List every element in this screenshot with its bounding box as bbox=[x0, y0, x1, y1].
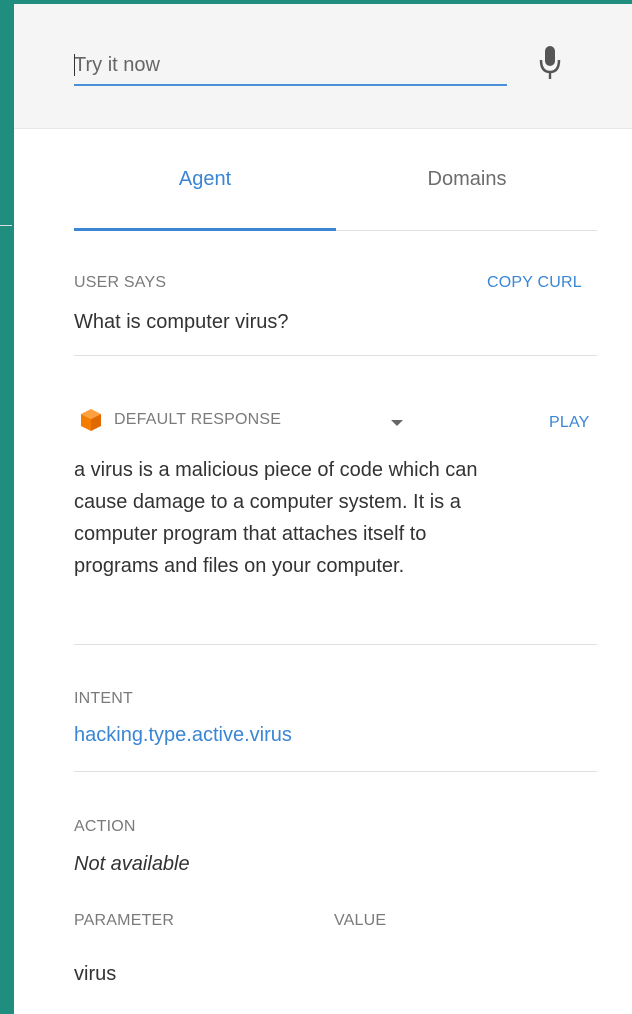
user-says-label: USER SAYS bbox=[74, 274, 167, 291]
copy-curl-button[interactable]: COPY CURL bbox=[487, 274, 582, 292]
dropdown-caret-icon[interactable] bbox=[390, 418, 404, 428]
divider bbox=[74, 355, 597, 356]
divider bbox=[74, 771, 597, 772]
user-says-text: What is computer virus? bbox=[74, 311, 289, 333]
intent-link[interactable]: hacking.type.active.virus bbox=[74, 724, 292, 747]
side-divider bbox=[0, 225, 12, 226]
microphone-icon[interactable] bbox=[536, 44, 564, 84]
response-line: a virus is a malicious piece of code whi… bbox=[74, 459, 478, 481]
test-console-panel: Agent Domains USER SAYS COPY CURL What i… bbox=[14, 0, 632, 1014]
divider bbox=[74, 644, 597, 645]
intent-label: INTENT bbox=[74, 690, 133, 707]
left-frame bbox=[0, 0, 14, 1014]
value-column-header: VALUE bbox=[334, 912, 387, 929]
tab-domains-label: Domains bbox=[427, 167, 507, 190]
try-it-bar bbox=[14, 4, 632, 129]
response-line: programs and files on your computer. bbox=[74, 555, 405, 577]
cube-icon bbox=[81, 409, 101, 431]
tab-agent-label: Agent bbox=[178, 167, 232, 190]
parameter-name: virus bbox=[74, 963, 117, 985]
text-caret bbox=[74, 54, 75, 76]
action-value: Not available bbox=[74, 853, 190, 875]
action-label: ACTION bbox=[74, 818, 136, 835]
play-button[interactable]: PLAY bbox=[549, 414, 590, 432]
tab-agent[interactable]: Agent bbox=[74, 128, 336, 230]
tab-bar: Agent Domains bbox=[74, 128, 597, 231]
try-it-input[interactable] bbox=[74, 46, 507, 86]
active-tab-indicator bbox=[74, 228, 336, 231]
response-line: computer program that attaches itself to bbox=[74, 523, 427, 545]
response-line: cause damage to a computer system. It is… bbox=[74, 491, 461, 513]
default-response-label: DEFAULT RESPONSE bbox=[114, 411, 282, 428]
parameter-column-header: PARAMETER bbox=[74, 912, 175, 929]
tab-domains[interactable]: Domains bbox=[336, 128, 598, 230]
